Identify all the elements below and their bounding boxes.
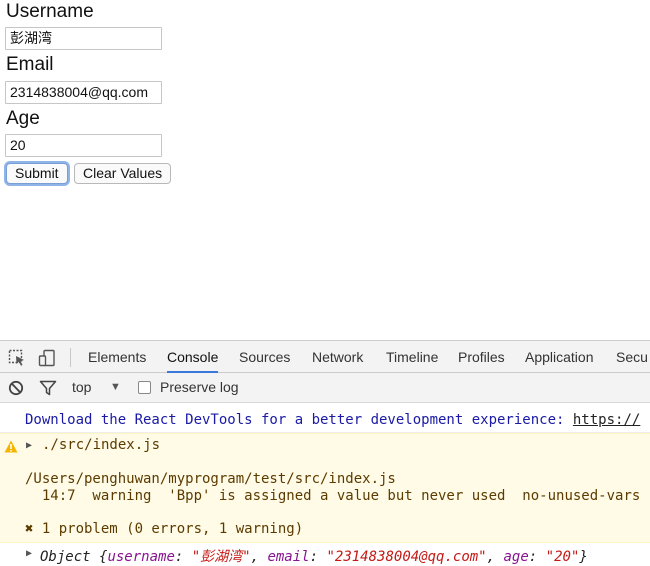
devtools-tab-bar: Elements Console Sources Network Timelin… [0, 340, 650, 373]
age-label: Age [6, 108, 40, 129]
tab-sources[interactable]: Sources [239, 341, 290, 373]
obj-key-email: email [267, 549, 310, 565]
email-input[interactable]: 2314838004@qq.com [5, 81, 162, 104]
obj-key-age: age [503, 549, 529, 565]
filter-icon[interactable] [39, 379, 57, 397]
tab-network[interactable]: Network [312, 341, 363, 373]
expand-triangle-icon[interactable]: ▶ [26, 440, 32, 451]
user-form: Username 彭湖湾 Email 2314838004@qq.com Age… [0, 0, 650, 340]
console-filter-bar: top ▼ Preserve log [0, 373, 650, 403]
username-label: Username [6, 1, 94, 22]
problem-summary: ✖ 1 problem (0 errors, 1 warning) [25, 521, 304, 537]
tab-application[interactable]: Application [525, 341, 594, 373]
tab-timeline[interactable]: Timeline [386, 341, 438, 373]
info-text: Download the React DevTools for a better… [25, 412, 573, 428]
console-output: Download the React DevTools for a better… [0, 403, 650, 565]
obj-val-email: "2314838004@qq.com" [326, 549, 487, 565]
console-object-log[interactable]: ▶ Object {username: "彭湖湾", email: "23148… [0, 543, 650, 565]
console-warning-message: ▶ ./src/index.js /Users/penghuwan/myprog… [0, 433, 650, 543]
submit-button[interactable]: Submit [6, 163, 68, 184]
tab-security[interactable]: Secu [616, 341, 648, 373]
age-input[interactable]: 20 [5, 134, 162, 157]
preserve-log-checkbox[interactable] [138, 381, 151, 394]
obj-val-age: "20" [545, 549, 580, 565]
console-info-message: Download the React DevTools for a better… [0, 407, 650, 433]
chevron-down-icon[interactable]: ▼ [110, 381, 121, 393]
email-label: Email [6, 54, 54, 75]
tab-console[interactable]: Console [167, 341, 219, 373]
react-devtools-link[interactable]: https:// [573, 412, 640, 428]
obj-key-username: username [107, 549, 175, 565]
inspect-element-icon[interactable] [8, 349, 26, 367]
clear-console-icon[interactable] [8, 379, 26, 397]
device-toolbar-icon[interactable] [38, 349, 56, 367]
object-prefix: Object { [40, 549, 108, 565]
warning-file: ./src/index.js [42, 437, 161, 453]
object-suffix: } [579, 549, 588, 565]
tab-elements[interactable]: Elements [88, 341, 146, 373]
username-input[interactable]: 彭湖湾 [5, 27, 162, 50]
context-selector[interactable]: top [72, 379, 91, 395]
devtools-panel: Elements Console Sources Network Timelin… [0, 340, 650, 565]
clear-values-button[interactable]: Clear Values [74, 163, 172, 184]
tab-profiles[interactable]: Profiles [458, 341, 505, 373]
warning-path: /Users/penghuwan/myprogram/test/src/inde… [25, 471, 396, 487]
preserve-log-label: Preserve log [160, 379, 239, 395]
toolbar-divider [70, 348, 71, 367]
obj-val-username: "彭湖湾" [191, 549, 251, 565]
warning-detail: 14:7 warning 'Bpp' is assigned a value b… [25, 488, 641, 504]
warning-icon [4, 440, 18, 453]
expand-object-triangle-icon[interactable]: ▶ [26, 548, 32, 559]
